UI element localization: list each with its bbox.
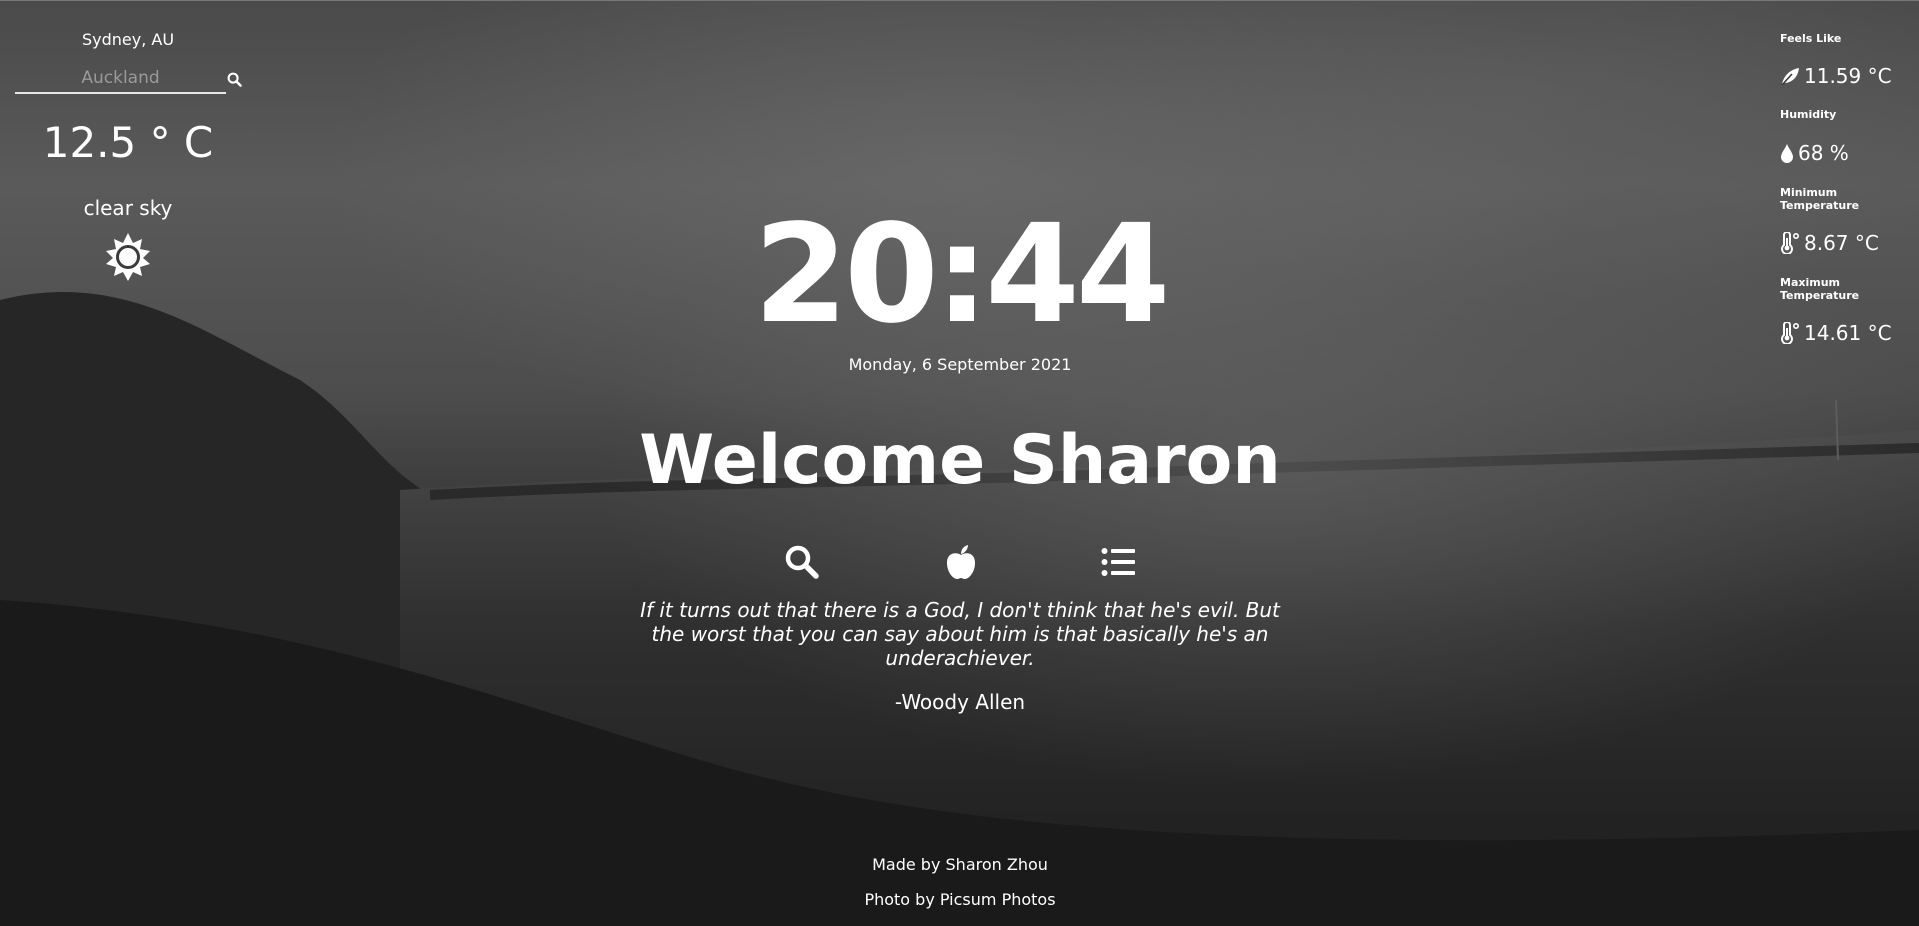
list-icon [1101,548,1135,576]
clock-date: Monday, 6 September 2021 [848,355,1072,374]
quick-link-search[interactable] [782,542,822,582]
sun-icon [106,233,150,281]
humidity-label: Humidity [1780,108,1837,121]
welcome-greeting: Welcome Sharon [639,421,1281,500]
footer-credit-photo[interactable]: Photo by Picsum Photos [660,890,1260,909]
search-icon [227,72,242,87]
humidity-value: 68 % [1780,141,1919,165]
quick-link-list[interactable] [1098,542,1138,582]
thermometer-icon [1781,322,1800,344]
quick-links [760,542,1160,582]
feels-like-label: Feels Like [1780,32,1842,45]
city-search-input[interactable] [15,64,226,92]
humidity-text: 68 % [1798,141,1849,165]
min-temp-value: 8.67 °C [1780,231,1919,255]
city-search-field[interactable] [15,64,226,94]
footer-credit-author: Made by Sharon Zhou [872,855,1048,874]
location-label: Sydney, AU [81,30,175,49]
quick-link-apple[interactable] [941,542,981,582]
current-temperature: 12.5 ° C [42,118,214,167]
thermometer-icon [1781,232,1800,254]
top-border [0,0,1919,1]
leaf-icon [1781,68,1799,86]
min-temp-label: Minimum Temperature [1780,186,1860,212]
search-icon [785,545,819,579]
water-drop-icon [1781,144,1793,163]
max-temp-value: 14.61 °C [1780,321,1919,345]
quote-author: -Woody Allen [894,690,1026,714]
max-temp-label: Maximum Temperature [1780,276,1860,302]
clock-time: 20:44 [753,196,1171,354]
quote-text: If it turns out that there is a God, I d… [640,598,1280,670]
feels-like-value: 11.59 °C [1780,64,1919,88]
feels-like-text: 11.59 °C [1804,64,1892,88]
city-search-button[interactable] [226,70,242,88]
min-temp-text: 8.67 °C [1804,231,1879,255]
weather-description: clear sky [83,196,173,220]
weather-panel: Sydney, AU 12.5 ° C clear sky [0,0,256,300]
apple-icon [947,545,975,579]
max-temp-text: 14.61 °C [1804,321,1892,345]
